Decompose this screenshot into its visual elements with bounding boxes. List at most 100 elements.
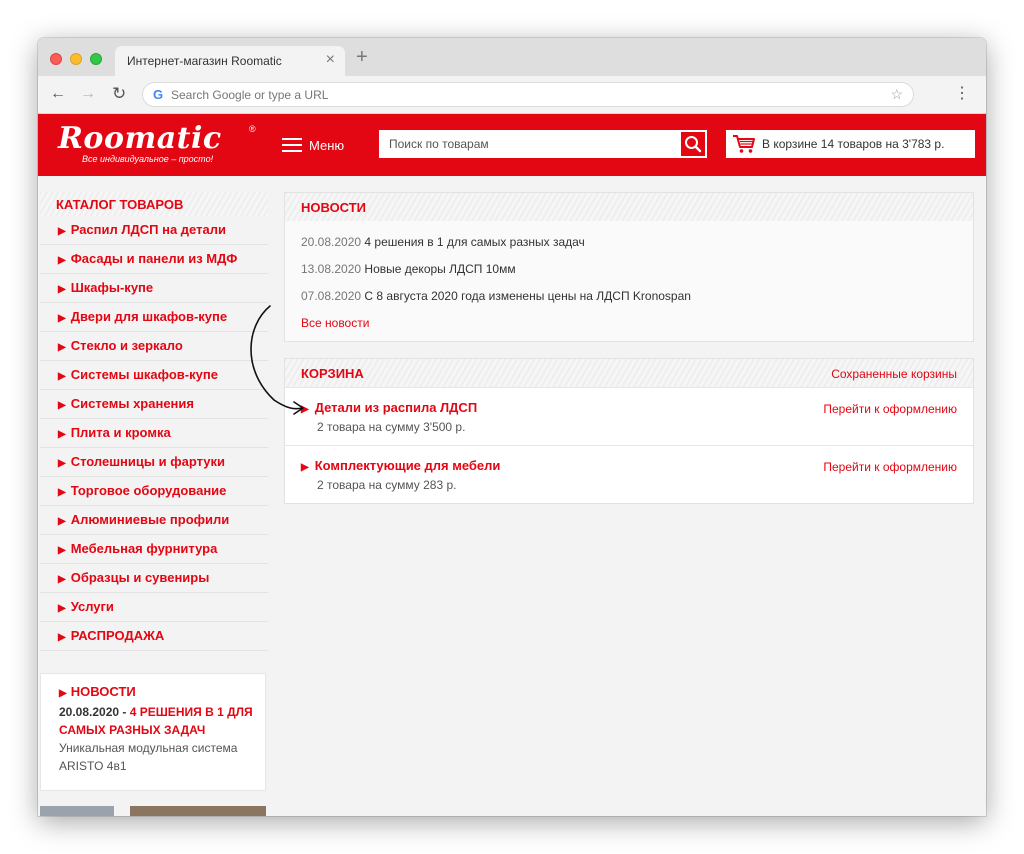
cart-row-subtitle: 2 товара на сумму 283 р. (317, 478, 457, 492)
triangle-right-icon: ▶ (58, 284, 66, 295)
forward-arrow-icon[interactable]: → (80, 84, 96, 104)
sidebar-news-date: 20.08.2020 (59, 705, 120, 719)
news-panel: НОВОСТИ 20.08.2020 4 решения в 1 для сам… (284, 192, 974, 342)
triangle-right-icon: ▶ (58, 603, 66, 614)
browser-window: Интернет-магазин Roomatic × + ← → ↻ G Se… (38, 38, 986, 816)
cart-row-title-text: Комплектующие для мебели (314, 458, 501, 473)
triangle-right-icon: ▶ (59, 688, 67, 699)
news-item[interactable]: 07.08.2020 С 8 августа 2020 года изменен… (301, 283, 973, 310)
saved-carts-link[interactable]: Сохраненные корзины (831, 359, 957, 389)
site-header: Roomatic ® Все индивидуальное – просто! … (38, 114, 986, 176)
triangle-right-icon: ▶ (58, 313, 66, 324)
catalog-item-label: Алюминиевые профили (70, 512, 230, 527)
catalog-item-wardrobe-systems[interactable]: ▶ Системы шкафов-купе (40, 361, 268, 390)
catalog-item-retail-equipment[interactable]: ▶ Торговое оборудование (40, 477, 268, 506)
catalog-item-glass-mirror[interactable]: ▶ Стекло и зеркало (40, 332, 268, 361)
catalog-item-sale[interactable]: ▶ РАСПРОДАЖА (40, 622, 268, 651)
search-icon (685, 136, 702, 153)
triangle-right-icon: ▶ (58, 226, 66, 237)
address-bar[interactable]: G Search Google or type a URL ☆ (142, 82, 914, 107)
star-icon[interactable]: ☆ (890, 86, 903, 103)
cart-panel-header: КОРЗИНА Сохраненные корзины (285, 359, 973, 387)
cart-row-title-text: Детали из распила ЛДСП (314, 400, 478, 415)
catalog-item-label: Системы шкафов-купе (70, 367, 218, 382)
news-text: С 8 августа 2020 года изменены цены на Л… (364, 289, 691, 303)
catalog-item-wardrobe-doors[interactable]: ▶ Двери для шкафов-купе (40, 303, 268, 332)
news-date: 20.08.2020 (301, 235, 362, 249)
promo-image[interactable] (40, 806, 114, 816)
catalog-item-label: Торговое оборудование (70, 483, 227, 498)
news-text: 4 решения в 1 для самых разных задач (364, 235, 585, 249)
cart-row-subtitle: 2 товара на сумму 3'500 р. (317, 420, 466, 434)
news-text: Новые декоры ЛДСП 10мм (364, 262, 516, 276)
menu-label: Меню (309, 137, 345, 153)
catalog-item-label: Фасады и панели из МДФ (70, 251, 238, 266)
catalog-item-label: Плита и кромка (70, 425, 171, 440)
catalog-item-aluminum-profiles[interactable]: ▶ Алюминиевые профили (40, 506, 268, 535)
cart-summary-button[interactable]: В корзине 14 товаров на 3'783 р. (726, 130, 975, 158)
news-panel-title: НОВОСТИ (285, 193, 973, 221)
cart-row: ▶ Комплектующие для мебели 2 товара на су… (285, 445, 973, 503)
triangle-right-icon: ▶ (58, 574, 66, 585)
catalog-item-samples-souvenirs[interactable]: ▶ Образцы и сувениры (40, 564, 268, 593)
triangle-right-icon: ▶ (58, 400, 66, 411)
maximize-window-button[interactable] (90, 53, 102, 65)
catalog-item-label: Образцы и сувениры (70, 570, 210, 585)
google-icon: G (153, 87, 164, 102)
new-tab-icon[interactable]: + (356, 46, 368, 68)
catalog-item-label: Мебельная фурнитура (70, 541, 218, 556)
checkout-link[interactable]: Перейти к оформлению (823, 460, 957, 474)
reload-icon[interactable]: ↻ (112, 84, 126, 104)
catalog-item-countertops[interactable]: ▶ Столешницы и фартуки (40, 448, 268, 477)
product-search-input[interactable] (379, 130, 679, 158)
all-news-link[interactable]: Все новости (301, 310, 973, 337)
tab-bar: Интернет-магазин Roomatic × + (38, 38, 986, 76)
catalog-item-board-edge[interactable]: ▶ Плита и кромка (40, 419, 268, 448)
catalog-item-label: РАСПРОДАЖА (70, 628, 165, 643)
hamburger-icon (282, 138, 302, 152)
news-date: 13.08.2020 (301, 262, 362, 276)
catalog-item-label: Распил ЛДСП на детали (70, 222, 226, 237)
catalog-item-ldsp-cutting[interactable]: ▶ Распил ЛДСП на детали (40, 216, 268, 245)
minimize-window-button[interactable] (70, 53, 82, 65)
annotation-arrow-icon (250, 305, 304, 415)
more-options-icon[interactable]: ⋮ (954, 84, 970, 104)
catalog-item-label: Двери для шкафов-купе (70, 309, 228, 324)
cart-row-title[interactable]: ▶ Детали из распила ЛДСП (301, 400, 477, 415)
search-button[interactable] (679, 130, 707, 158)
roomatic-logo[interactable]: Roomatic ® Все индивидуальное – просто! (58, 122, 258, 168)
close-window-button[interactable] (50, 53, 62, 65)
checkout-link[interactable]: Перейти к оформлению (823, 402, 957, 416)
catalog-item-services[interactable]: ▶ Услуги (40, 593, 268, 622)
catalog-item-mdf-facades[interactable]: ▶ Фасады и панели из МДФ (40, 245, 268, 274)
promo-image[interactable] (130, 806, 266, 816)
triangle-right-icon: ▶ (58, 632, 66, 643)
catalog-item-furniture-fittings[interactable]: ▶ Мебельная фурнитура (40, 535, 268, 564)
browser-tab[interactable]: Интернет-магазин Roomatic × (115, 46, 345, 76)
cart-summary-text: В корзине 14 товаров на 3'783 р. (762, 137, 945, 151)
sidebar-news-entry: 20.08.2020 - 4 РЕШЕНИЯ В 1 ДЛЯ САМЫХ РАЗ… (59, 703, 265, 739)
sidebar-news-title[interactable]: ▶ НОВОСТИ (59, 684, 265, 699)
triangle-right-icon: ▶ (58, 487, 66, 498)
news-item[interactable]: 13.08.2020 Новые декоры ЛДСП 10мм (301, 256, 973, 283)
catalog-item-storage-systems[interactable]: ▶ Системы хранения (40, 390, 268, 419)
triangle-right-icon: ▶ (58, 255, 66, 266)
cart-panel: КОРЗИНА Сохраненные корзины ▶ Детали из р… (284, 358, 974, 504)
catalog-item-label: Услуги (70, 599, 114, 614)
menu-button[interactable]: Меню (282, 135, 344, 155)
triangle-right-icon: ▶ (58, 429, 66, 440)
triangle-right-icon: ▶ (58, 371, 66, 382)
sidebar-news-block: ▶ НОВОСТИ 20.08.2020 - 4 РЕШЕНИЯ В 1 ДЛЯ … (40, 673, 266, 791)
news-item[interactable]: 20.08.2020 4 решения в 1 для самых разны… (301, 229, 973, 256)
catalog-item-wardrobes[interactable]: ▶ Шкафы-купе (40, 274, 268, 303)
catalog-title: КАТАЛОГ ТОВАРОВ (40, 192, 268, 216)
triangle-right-icon: ▶ (58, 458, 66, 469)
cart-row-title[interactable]: ▶ Комплектующие для мебели (301, 458, 500, 473)
back-arrow-icon[interactable]: ← (50, 84, 66, 104)
close-icon[interactable]: × (326, 51, 335, 69)
sidebar-news-body: Уникальная модульная система ARISTO 4в1 (59, 741, 238, 773)
logo-wordmark: Roomatic (58, 121, 222, 156)
cart-panel-title: КОРЗИНА (301, 366, 364, 381)
registered-mark: ® (249, 124, 256, 134)
tab-title: Интернет-магазин Roomatic (127, 54, 282, 68)
